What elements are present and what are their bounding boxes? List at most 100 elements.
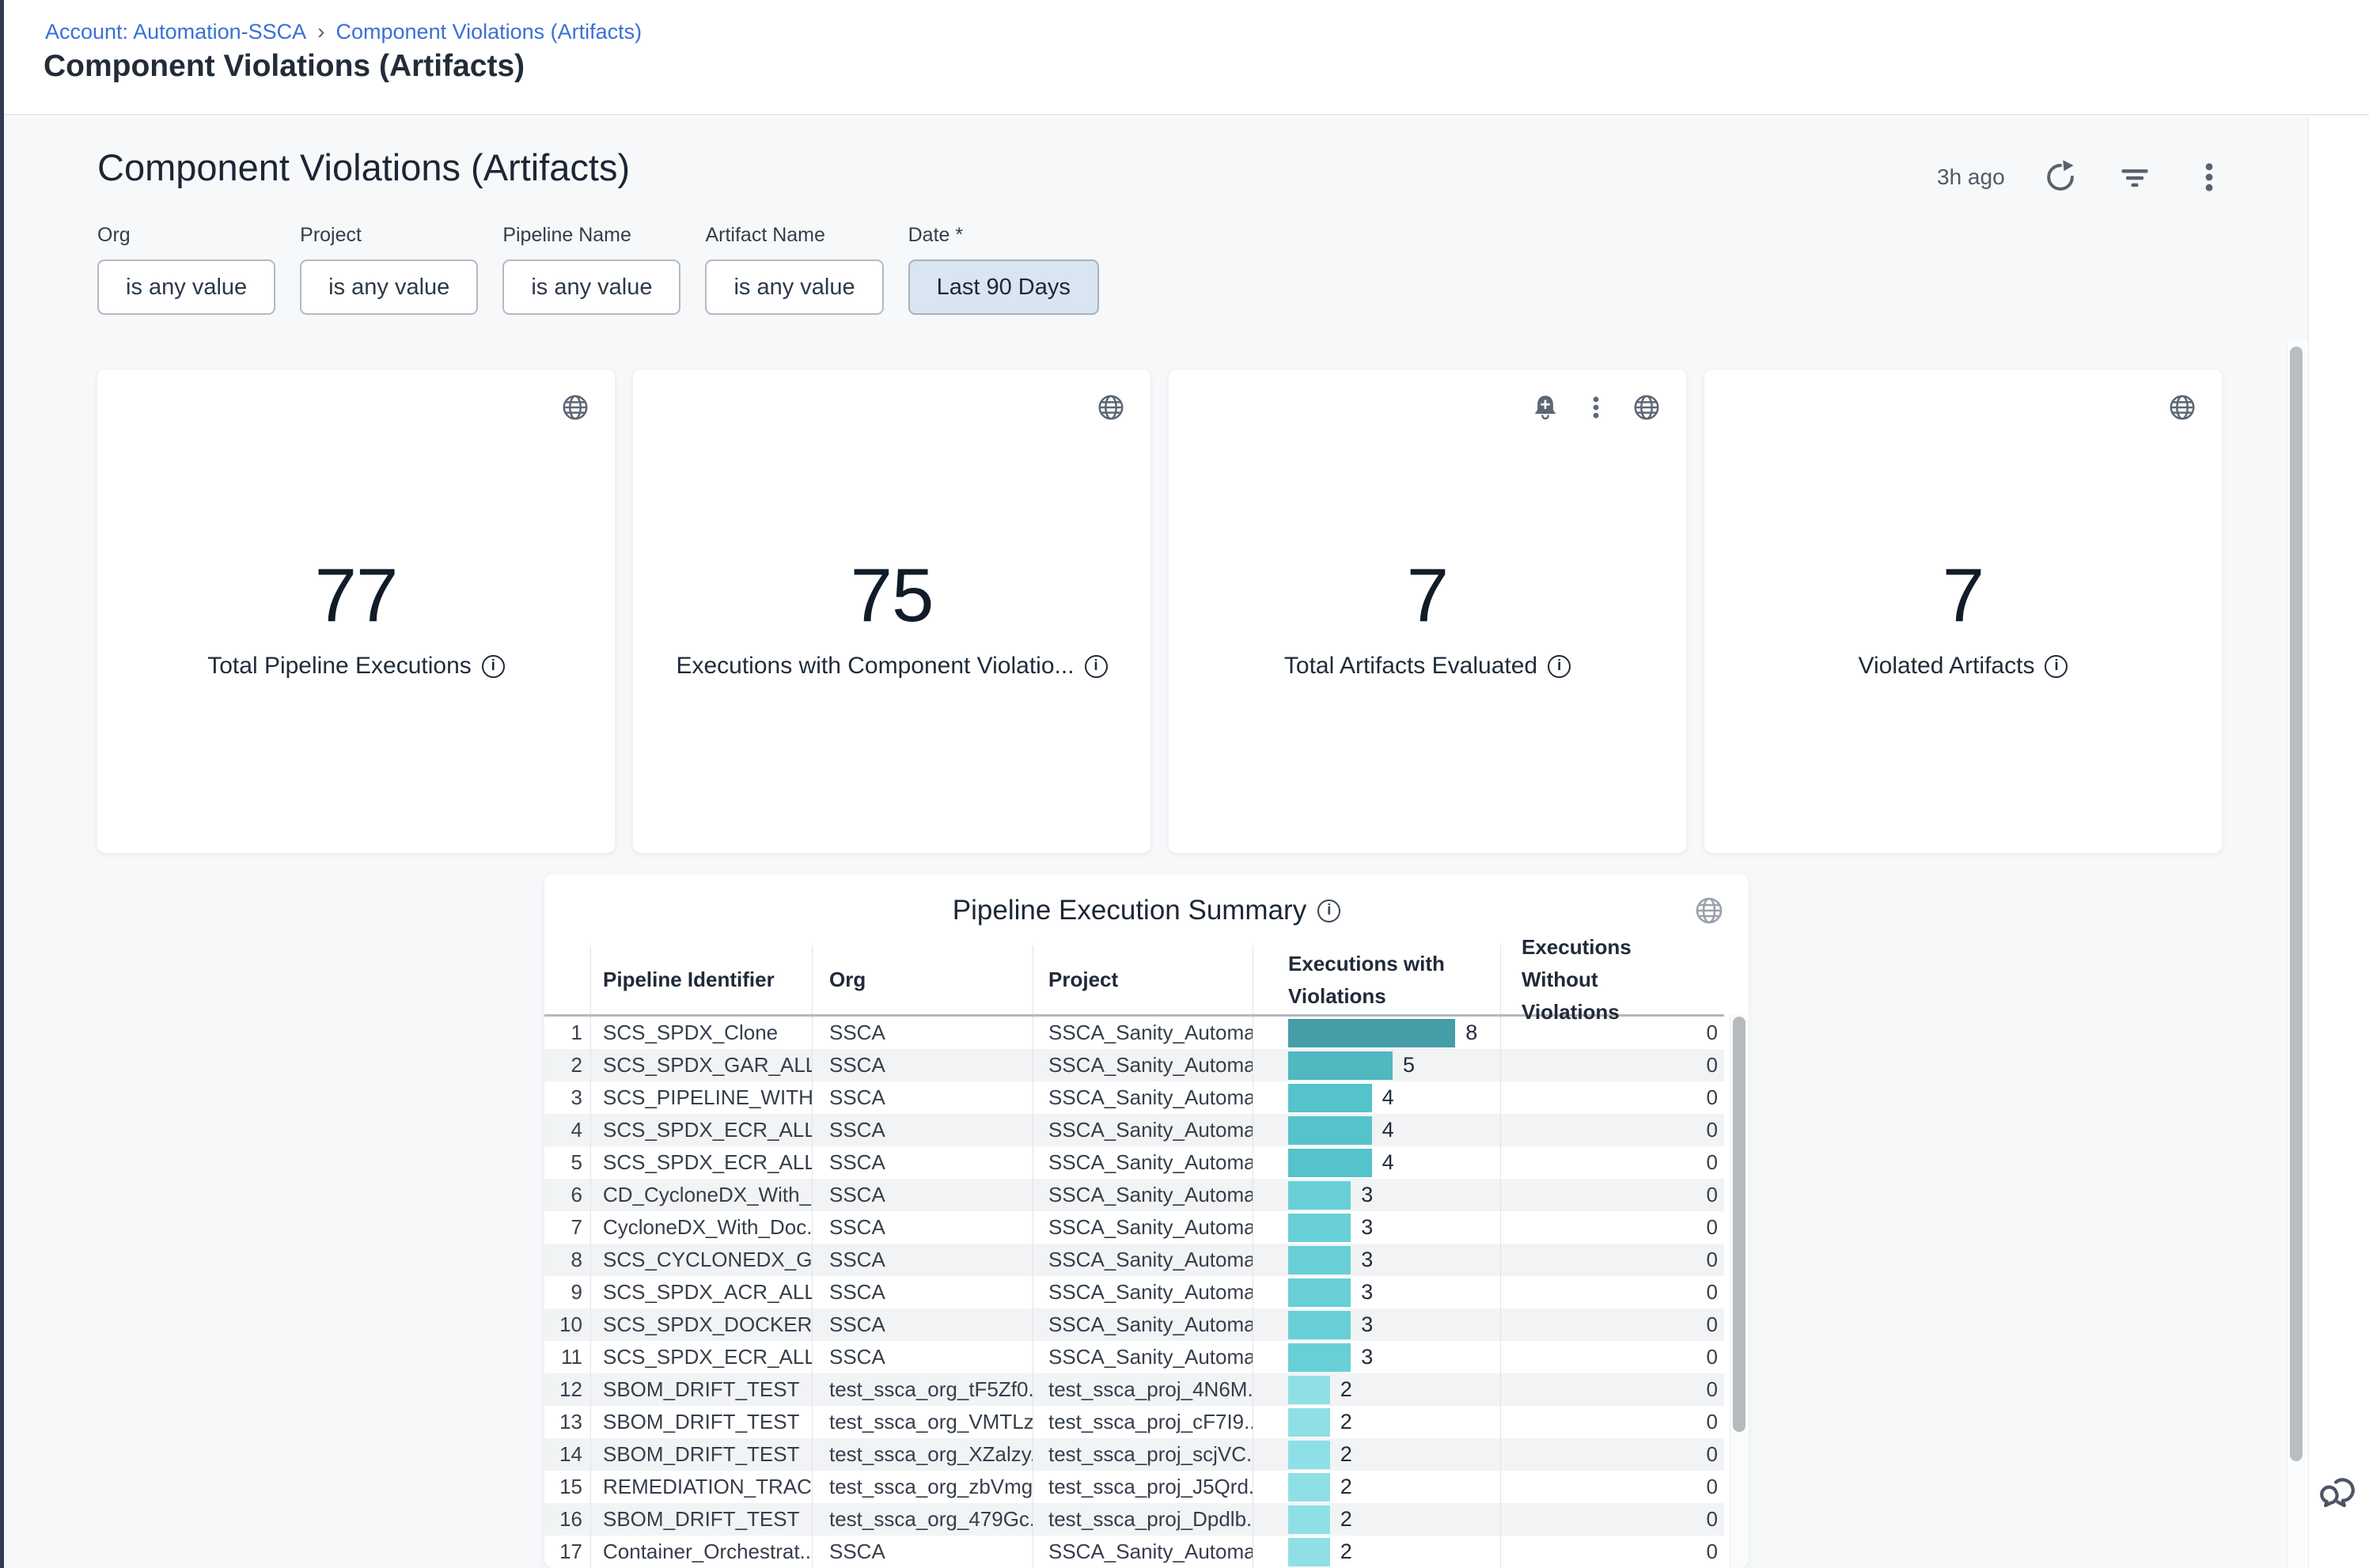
globe-icon[interactable] [1092,388,1130,426]
tile-value: 7 [1704,558,2222,634]
violations-bar-value: 2 [1340,1442,1352,1467]
page-header: Account: Automation-SSCA › Component Vio… [4,0,2369,116]
violations-bar[interactable] [1288,1278,1351,1307]
filter-value-button[interactable]: is any value [502,259,680,315]
table-row[interactable]: 8 SCS_CYCLONEDX_GA... SSCA SSCA_Sanity_A… [544,1244,1724,1276]
violations-bar[interactable] [1288,1246,1351,1274]
table-row[interactable]: 7 CycloneDX_With_Doc... SSCA SSCA_Sanity… [544,1211,1724,1244]
table-row[interactable]: 16 SBOM_DRIFT_TEST test_ssca_org_479Gc..… [544,1503,1724,1536]
table-row[interactable]: 13 SBOM_DRIFT_TEST test_ssca_org_VMTLz..… [544,1406,1724,1438]
row-number-column-header [544,945,591,1014]
violations-bar[interactable] [1288,1214,1351,1242]
column-header-org[interactable]: Org [813,945,1033,1014]
table-row[interactable]: 3 SCS_PIPELINE_WITH... SSCA SSCA_Sanity_… [544,1081,1724,1114]
column-header-pipeline-identifier[interactable]: Pipeline Identifier [591,945,813,1014]
violations-bar[interactable] [1288,1149,1372,1177]
column-header-executions-with-violations[interactable]: Executions with Violations [1253,945,1501,1014]
info-icon[interactable]: i [1548,655,1571,678]
cell-project: SSCA_Sanity_Automa... [1033,1081,1253,1114]
violations-bar[interactable] [1288,1311,1351,1339]
table-row[interactable]: 17 Container_Orchestrat... SSCA SSCA_San… [544,1536,1724,1568]
info-icon[interactable]: i [1085,655,1108,678]
cell-executions-without-violations: 0 [1501,1438,1724,1471]
globe-icon[interactable] [1628,388,1666,426]
cell-executions-without-violations: 0 [1501,1276,1724,1309]
violations-bar[interactable] [1288,1473,1330,1502]
table-row[interactable]: 6 CD_CycloneDX_With_... SSCA SSCA_Sanity… [544,1179,1724,1211]
filter-value-button[interactable]: is any value [705,259,883,315]
breadcrumb-account-link[interactable]: Account: Automation-SSCA [45,20,306,44]
cell-executions-with-violations: 2 [1253,1471,1501,1503]
globe-icon[interactable] [2163,388,2201,426]
row-number: 7 [544,1211,591,1244]
cell-org: SSCA [813,1114,1033,1146]
cell-pipeline-identifier: SCS_PIPELINE_WITH... [591,1081,813,1114]
globe-icon[interactable] [1690,892,1728,930]
filter-value-button[interactable]: is any value [97,259,275,315]
table-scrollbar-track[interactable] [1730,1014,1749,1568]
violations-bar[interactable] [1288,1019,1455,1047]
table-title: Pipeline Execution Summary i [544,895,1749,926]
tile-kebab-icon[interactable] [1577,388,1615,426]
table-row[interactable]: 2 SCS_SPDX_GAR_ALL... SSCA SSCA_Sanity_A… [544,1049,1724,1081]
violations-bar[interactable] [1288,1181,1351,1210]
violations-bar-value: 2 [1340,1410,1352,1434]
table-row[interactable]: 14 SBOM_DRIFT_TEST test_ssca_org_XZalzy.… [544,1438,1724,1471]
cell-project: test_ssca_proj_J5Qrd... [1033,1471,1253,1503]
violations-bar[interactable] [1288,1441,1330,1469]
info-icon[interactable]: i [1317,900,1340,922]
table-row[interactable]: 15 REMEDIATION_TRAC... test_ssca_org_zbV… [544,1471,1724,1503]
cell-pipeline-identifier: SBOM_DRIFT_TEST [591,1406,813,1438]
cell-executions-without-violations: 0 [1501,1081,1724,1114]
bell-plus-icon[interactable] [1526,388,1564,426]
globe-icon[interactable] [556,388,594,426]
row-number: 15 [544,1471,591,1503]
violations-bar[interactable] [1288,1051,1393,1080]
table-row[interactable]: 10 SCS_SPDX_DOCKER_... SSCA SSCA_Sanity_… [544,1309,1724,1341]
table-row[interactable]: 9 SCS_SPDX_ACR_ALL... SSCA SSCA_Sanity_A… [544,1276,1724,1309]
table-row[interactable]: 5 SCS_SPDX_ECR_ALL_... SSCA SSCA_Sanity_… [544,1146,1724,1179]
violations-bar-value: 2 [1340,1507,1352,1532]
info-icon[interactable]: i [482,655,505,678]
table-row[interactable]: 12 SBOM_DRIFT_TEST test_ssca_org_tF5Zf0.… [544,1373,1724,1406]
metric-tile: 75 Executions with Component Violatio...… [633,369,1150,853]
dashboard-scrollbar-thumb[interactable] [2290,347,2303,1461]
dashboard-title: Component Violations (Artifacts) [97,146,630,189]
cell-executions-without-violations: 0 [1501,1503,1724,1536]
violations-bar[interactable] [1288,1408,1330,1437]
cell-pipeline-identifier: CD_CycloneDX_With_... [591,1179,813,1211]
table-row[interactable]: 11 SCS_SPDX_ECR_ALL_... SSCA SSCA_Sanity… [544,1341,1724,1373]
filter-group: Org is any value [97,224,275,315]
cell-executions-with-violations: 2 [1253,1438,1501,1471]
cell-executions-with-violations: 3 [1253,1309,1501,1341]
cell-org: test_ssca_org_XZalzy... [813,1438,1033,1471]
column-header-project[interactable]: Project [1033,945,1253,1014]
info-icon[interactable]: i [2045,655,2068,678]
violations-bar[interactable] [1288,1343,1351,1372]
violations-bar[interactable] [1288,1116,1372,1145]
filter-value-button[interactable]: Last 90 Days [908,259,1099,315]
violations-bar[interactable] [1288,1506,1330,1534]
violations-bar-value: 5 [1403,1053,1415,1078]
row-number: 13 [544,1406,591,1438]
filter-icon[interactable] [2116,158,2154,196]
cell-executions-with-violations: 2 [1253,1536,1501,1568]
violations-bar[interactable] [1288,1376,1330,1404]
cell-executions-without-violations: 0 [1501,1017,1724,1049]
cell-org: test_ssca_org_479Gc... [813,1503,1033,1536]
kebab-menu-icon[interactable] [2190,158,2228,196]
column-header-executions-without-violations[interactable]: Executions Without Violations [1501,945,1724,1014]
violations-bar[interactable] [1288,1084,1372,1112]
table-row[interactable]: 4 SCS_SPDX_ECR_ALL_... SSCA SSCA_Sanity_… [544,1114,1724,1146]
row-number: 1 [544,1017,591,1049]
table-row[interactable]: 1 SCS_SPDX_Clone SSCA SSCA_Sanity_Automa… [544,1017,1724,1049]
row-number: 12 [544,1373,591,1406]
violations-bar[interactable] [1288,1538,1330,1566]
cell-project: SSCA_Sanity_Automa... [1033,1309,1253,1341]
filter-value-button[interactable]: is any value [300,259,478,315]
help-chat-icon[interactable] [2314,1470,2361,1517]
table-scrollbar-thumb[interactable] [1733,1017,1745,1432]
breadcrumb-current-link[interactable]: Component Violations (Artifacts) [336,20,642,44]
cell-executions-with-violations: 2 [1253,1373,1501,1406]
refresh-icon[interactable] [2041,158,2079,196]
